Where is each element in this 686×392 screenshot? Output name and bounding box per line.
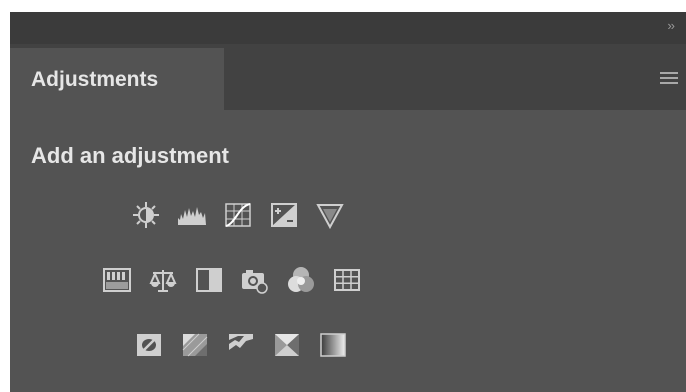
vibrance-icon[interactable] (315, 200, 345, 230)
section-heading: Add an adjustment (31, 143, 230, 168)
adjustments-panel: ›› Adjustments Add an adjustment (10, 12, 686, 392)
tab-adjustments[interactable]: Adjustments (10, 48, 224, 110)
collapse-panel-button[interactable]: ›› (667, 18, 675, 34)
panel-title-bar: ›› (10, 12, 686, 44)
selective-color-icon[interactable] (272, 330, 302, 360)
panel-menu-icon[interactable] (660, 72, 678, 86)
channel-mixer-icon[interactable] (286, 265, 316, 295)
hue-saturation-icon[interactable] (102, 265, 132, 295)
threshold-icon[interactable] (226, 330, 256, 360)
tab-bar: Adjustments (10, 44, 686, 110)
invert-icon[interactable] (134, 330, 164, 360)
levels-icon[interactable] (177, 200, 207, 230)
black-white-icon[interactable] (194, 265, 224, 295)
color-balance-icon[interactable] (148, 265, 178, 295)
curves-icon[interactable] (223, 200, 253, 230)
color-lookup-icon[interactable] (332, 265, 362, 295)
gradient-map-icon[interactable] (318, 330, 348, 360)
brightness-contrast-icon[interactable] (131, 200, 161, 230)
tab-label: Adjustments (31, 68, 159, 91)
photo-filter-icon[interactable] (240, 265, 270, 295)
exposure-icon[interactable] (269, 200, 299, 230)
posterize-icon[interactable] (180, 330, 210, 360)
